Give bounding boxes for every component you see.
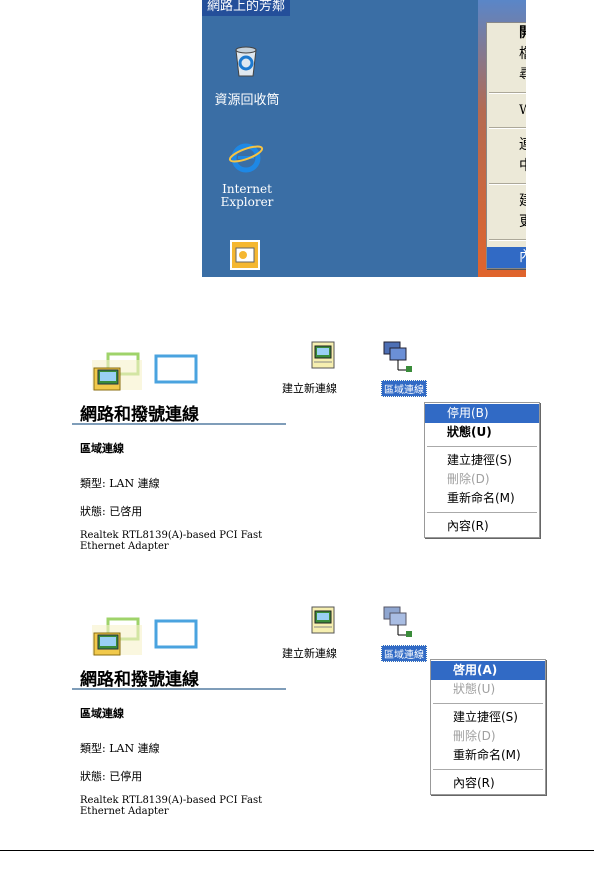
lan-context-menu: 停用(B) 狀態(U) 建立捷徑(S) 刪除(D) 重新命名(M) 內容(R) [424, 402, 540, 538]
new-connection-icon[interactable] [308, 340, 338, 374]
recycle-bin-label[interactable]: 資源回收筒 [202, 94, 292, 107]
new-connection-label[interactable]: 建立新連線 [282, 380, 337, 396]
menu-properties[interactable]: 內容(R) [431, 774, 545, 793]
lan-connection-disabled-icon[interactable] [382, 605, 416, 641]
network-panel-disabled: 網路和撥號連線 區域連線 類型: LAN 連線 狀態: 已停用 Realtek … [72, 605, 546, 840]
outlook-icon[interactable] [230, 240, 260, 270]
menu-open[interactable]: 開啓(O) [487, 23, 526, 44]
desktop-context-menu: 開啓(O) 檔案總管(X) 尋找電腦(C)... Who Am I (W)...… [486, 22, 526, 269]
network-panel-enabled: 網路和撥號連線 區域連線 類型: LAN 連線 狀態: 已啓用 Realtek … [72, 340, 542, 575]
new-connection-icon[interactable] [308, 605, 338, 639]
menu-separator [433, 769, 543, 770]
network-folder-logo-icon [92, 617, 198, 656]
internet-explorer-icon[interactable] [228, 140, 264, 174]
section-title: 區域連線 [80, 707, 124, 720]
panel-title: 網路和撥號連線 [80, 670, 199, 690]
panel-title: 網路和撥號連線 [80, 405, 199, 425]
menu-separator [489, 127, 526, 129]
page-bottom-rule [0, 850, 594, 851]
network-folder-logo-icon [92, 352, 198, 391]
lan-context-menu: 啓用(A) 狀態(U) 建立捷徑(S) 刪除(D) 重新命名(M) 內容(R) [430, 659, 546, 795]
menu-delete[interactable]: 刪除(D) [431, 727, 545, 746]
menu-separator [489, 92, 526, 94]
menu-disconnect-drive[interactable]: 中斷網路磁碟機(I)... [487, 156, 526, 177]
menu-who-am-i[interactable]: Who Am I (W)... [487, 100, 526, 121]
desktop-screenshot: 網路上的芳鄰 資源回收筒 Internet Explorer 開啓(O) 檔案總… [202, 0, 526, 277]
menu-separator [433, 703, 543, 704]
menu-separator [489, 239, 526, 241]
title-underline [72, 423, 286, 425]
lan-connection-label[interactable]: 區域連線 [381, 380, 427, 397]
menu-status[interactable]: 狀態(U) [431, 680, 545, 699]
menu-separator [489, 183, 526, 185]
menu-rename[interactable]: 重新命名(M) [425, 489, 539, 508]
lan-connection-label[interactable]: 區域連線 [381, 645, 427, 662]
adapter-name: Realtek RTL8139(A)-based PCI Fast Ethern… [80, 795, 263, 817]
menu-properties[interactable]: 內容(R) [487, 247, 526, 268]
menu-rename[interactable]: 重新命名(M) [431, 746, 545, 765]
menu-create-shortcut[interactable]: 建立捷徑(S) [425, 451, 539, 470]
menu-create-shortcut[interactable]: 建立捷徑(S) [487, 191, 526, 212]
lan-connection-icon[interactable] [382, 340, 416, 376]
connection-type: 類型: LAN 連線 [80, 477, 160, 490]
menu-separator [427, 446, 537, 447]
menu-create-shortcut[interactable]: 建立捷徑(S) [431, 708, 545, 727]
adapter-name: Realtek RTL8139(A)-based PCI Fast Ethern… [80, 530, 263, 552]
connection-type: 類型: LAN 連線 [80, 742, 160, 755]
menu-enable[interactable]: 啓用(A) [431, 661, 545, 680]
menu-map-drive[interactable]: 連線網路磁碟機(N)... [487, 135, 526, 156]
title-underline [72, 688, 286, 690]
ie-label-line2[interactable]: Explorer [202, 196, 292, 209]
menu-separator [427, 512, 537, 513]
menu-delete[interactable]: 刪除(D) [425, 470, 539, 489]
menu-disable[interactable]: 停用(B) [425, 404, 539, 423]
connection-status: 狀態: 已啓用 [80, 505, 143, 518]
new-connection-label[interactable]: 建立新連線 [282, 645, 337, 661]
menu-properties[interactable]: 內容(R) [425, 517, 539, 536]
network-places-label[interactable]: 網路上的芳鄰 [202, 0, 290, 16]
menu-status[interactable]: 狀態(U) [425, 423, 539, 442]
connection-status: 狀態: 已停用 [80, 770, 143, 783]
recycle-bin-icon[interactable] [230, 42, 262, 78]
menu-search-computer[interactable]: 尋找電腦(C)... [487, 65, 526, 86]
section-title: 區域連線 [80, 442, 124, 455]
menu-explorer[interactable]: 檔案總管(X) [487, 44, 526, 65]
menu-rename[interactable]: 更名(M) [487, 212, 526, 233]
